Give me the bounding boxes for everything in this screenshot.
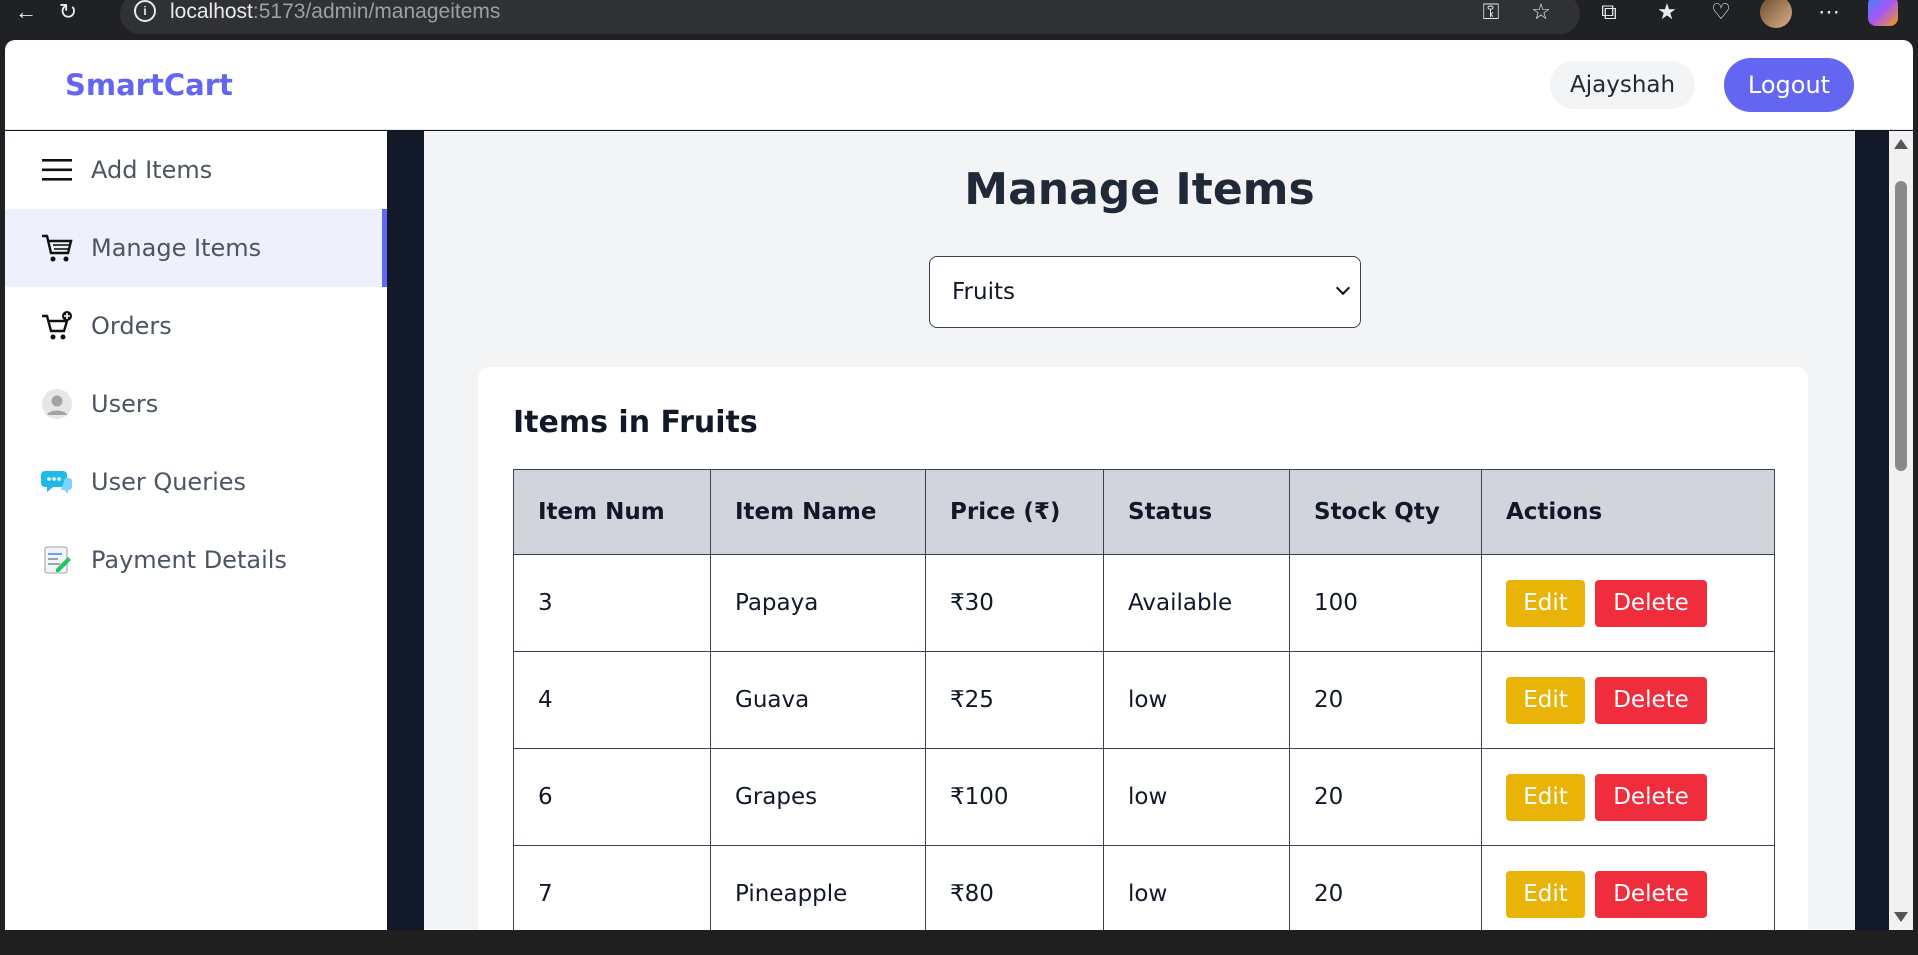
table-row: 4 Guava ₹25 low 20 Edit Delete: [513, 651, 1775, 749]
table-row: 6 Grapes ₹100 low 20 Edit Delete: [513, 748, 1775, 846]
user-avatar-icon: [41, 388, 73, 420]
delete-button[interactable]: Delete: [1595, 870, 1707, 918]
cell-status: low: [1103, 845, 1290, 930]
profile-avatar[interactable]: [1760, 0, 1792, 28]
chevron-down-icon: [1335, 280, 1351, 296]
page-margin-right: [1855, 131, 1889, 930]
sidebar-item-payment-details[interactable]: Payment Details: [5, 521, 387, 599]
column-header-actions: Actions: [1481, 469, 1775, 555]
sidebar-item-manage-items[interactable]: Manage Items: [5, 209, 387, 287]
cell-item-name: Guava: [710, 651, 926, 749]
logout-button[interactable]: Logout: [1724, 58, 1854, 112]
cell-item-name: Pineapple: [710, 845, 926, 930]
cell-stock-qty: 100: [1289, 554, 1482, 652]
category-select-value: Fruits: [952, 279, 1015, 305]
scroll-up-arrow-icon[interactable]: [1894, 139, 1908, 149]
copilot-icon[interactable]: [1868, 0, 1898, 26]
cell-item-name: Grapes: [710, 748, 926, 846]
items-card: Items in Fruits Item Num Item Name Price…: [478, 367, 1808, 930]
cell-item-name: Papaya: [710, 554, 926, 652]
username-chip: Ajayshah: [1550, 61, 1696, 109]
favorite-star-icon[interactable]: ☆: [1526, 0, 1556, 24]
cell-price: ₹80: [925, 845, 1104, 930]
edit-button[interactable]: Edit: [1506, 773, 1585, 821]
more-options-icon[interactable]: ⋯: [1814, 0, 1844, 24]
edit-button[interactable]: Edit: [1506, 870, 1585, 918]
page-margin-left: [387, 131, 424, 930]
sidebar: Add Items Manage Items Orders Users User…: [5, 131, 387, 930]
category-select[interactable]: Fruits: [929, 256, 1361, 328]
delete-button[interactable]: Delete: [1595, 773, 1707, 821]
cell-item-num: 7: [513, 845, 711, 930]
table-row: 7 Pineapple ₹80 low 20 Edit Delete: [513, 845, 1775, 930]
cart-plus-icon: [41, 310, 73, 342]
column-header-stock-qty: Stock Qty: [1289, 469, 1482, 555]
column-header-item-num: Item Num: [513, 469, 711, 555]
sidebar-item-user-queries[interactable]: User Queries: [5, 443, 387, 521]
os-taskbar: [0, 930, 1918, 955]
page-title: Manage Items: [964, 164, 1315, 215]
cell-actions: Edit Delete: [1481, 845, 1775, 930]
items-table: Item Num Item Name Price (₹) Status Stoc…: [513, 469, 1775, 930]
chat-bubble-icon: [41, 466, 73, 498]
url-text: localhost:5173/admin/manageitems: [170, 0, 501, 23]
reload-icon[interactable]: ↻: [52, 0, 84, 24]
top-navbar: SmartCart Ajayshah Logout: [5, 40, 1913, 130]
health-icon[interactable]: ♡: [1706, 0, 1736, 24]
sidebar-item-label: Payment Details: [91, 546, 287, 574]
cell-stock-qty: 20: [1289, 748, 1482, 846]
menu-icon: [41, 154, 73, 186]
cell-item-num: 4: [513, 651, 711, 749]
items-card-title: Items in Fruits: [513, 405, 758, 440]
vertical-scrollbar[interactable]: [1889, 131, 1913, 930]
cell-price: ₹30: [925, 554, 1104, 652]
sidebar-item-label: Manage Items: [91, 234, 262, 262]
scrollbar-thumb[interactable]: [1895, 181, 1907, 471]
cell-actions: Edit Delete: [1481, 748, 1775, 846]
main-content: Manage Items Fruits Items in Fruits Item…: [424, 131, 1855, 930]
cart-icon: [41, 232, 73, 264]
cell-actions: Edit Delete: [1481, 554, 1775, 652]
column-header-status: Status: [1103, 469, 1290, 555]
cell-price: ₹100: [925, 748, 1104, 846]
extensions-icon[interactable]: ⧉: [1594, 0, 1624, 24]
brand-logo[interactable]: SmartCart: [65, 68, 233, 102]
delete-button[interactable]: Delete: [1595, 579, 1707, 627]
sidebar-item-label: User Queries: [91, 468, 247, 496]
sidebar-item-label: Users: [91, 390, 159, 418]
sidebar-item-users[interactable]: Users: [5, 365, 387, 443]
key-icon[interactable]: ⚿: [1476, 0, 1506, 24]
sidebar-item-label: Add Items: [91, 156, 213, 184]
favorites-icon[interactable]: ★: [1652, 0, 1682, 24]
sidebar-item-orders[interactable]: Orders: [5, 287, 387, 365]
address-bar[interactable]: i localhost:5173/admin/manageitems: [120, 0, 1580, 34]
cell-status: low: [1103, 651, 1290, 749]
cell-price: ₹25: [925, 651, 1104, 749]
table-header-row: Item Num Item Name Price (₹) Status Stoc…: [513, 469, 1775, 555]
scroll-down-arrow-icon[interactable]: [1894, 912, 1908, 922]
cell-item-num: 6: [513, 748, 711, 846]
site-info-icon[interactable]: i: [134, 0, 156, 22]
column-header-item-name: Item Name: [710, 469, 926, 555]
edit-button[interactable]: Edit: [1506, 579, 1585, 627]
column-header-price: Price (₹): [925, 469, 1104, 555]
cell-status: Available: [1103, 554, 1290, 652]
sidebar-item-label: Orders: [91, 312, 172, 340]
browser-toolbar: ← ↻ i localhost:5173/admin/manageitems ⚿…: [0, 0, 1918, 40]
sidebar-item-add-items[interactable]: Add Items: [5, 131, 387, 209]
cell-stock-qty: 20: [1289, 651, 1482, 749]
edit-button[interactable]: Edit: [1506, 676, 1585, 724]
cell-item-num: 3: [513, 554, 711, 652]
receipt-icon: [41, 544, 73, 576]
page-viewport: SmartCart Ajayshah Logout Add Items Mana…: [5, 40, 1913, 930]
cell-actions: Edit Delete: [1481, 651, 1775, 749]
cell-status: low: [1103, 748, 1290, 846]
back-icon[interactable]: ←: [10, 0, 42, 24]
table-row: 3 Papaya ₹30 Available 100 Edit Delete: [513, 554, 1775, 652]
delete-button[interactable]: Delete: [1595, 676, 1707, 724]
cell-stock-qty: 20: [1289, 845, 1482, 930]
